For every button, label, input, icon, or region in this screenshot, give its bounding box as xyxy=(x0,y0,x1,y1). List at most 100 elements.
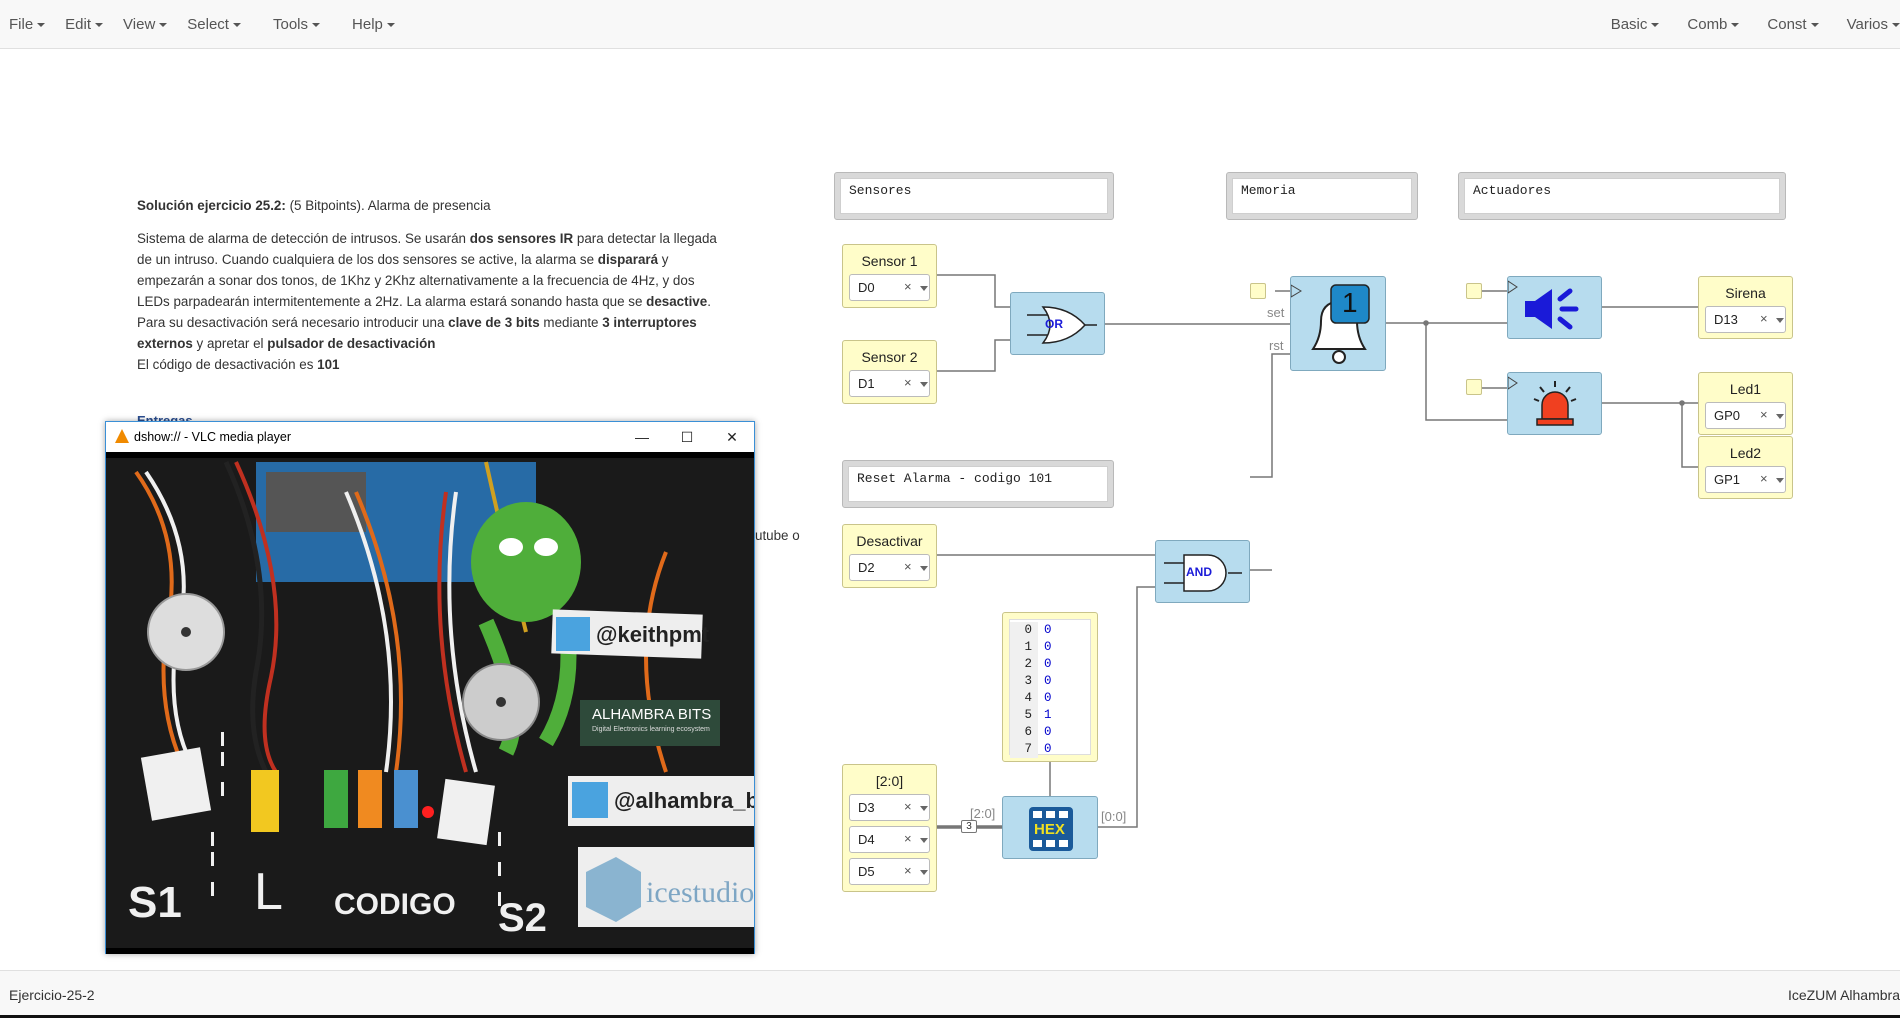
board-name[interactable]: IceZUM Alhambra xyxy=(1788,987,1900,1003)
rom-address: 2 xyxy=(1010,656,1038,673)
video-text-alhambra: ALHAMBRA BITS xyxy=(592,706,712,723)
rom-row[interactable]: 70 xyxy=(1010,741,1090,758)
rom-address: 0 xyxy=(1010,622,1038,639)
clear-icon[interactable]: × xyxy=(1760,311,1768,326)
rom-row[interactable]: 10 xyxy=(1010,639,1090,656)
clear-icon[interactable]: × xyxy=(904,863,912,878)
rom-address: 3 xyxy=(1010,673,1038,690)
vlc-cone-icon xyxy=(115,429,129,443)
maximize-button[interactable]: ☐ xyxy=(667,425,707,449)
video-text-icestudio: icestudio xyxy=(646,876,754,909)
bus-width-badge: 3 xyxy=(961,820,977,833)
wire xyxy=(937,339,1012,372)
video-text-tagline: Digital Electronics learning ecosystem xyxy=(592,726,710,733)
pin-select[interactable]: D1 × xyxy=(849,370,930,397)
minimize-button[interactable]: — xyxy=(622,425,662,449)
video-text-s1: S1 xyxy=(128,878,182,927)
pin-select[interactable]: D3 × xyxy=(849,794,930,821)
led-blink-block[interactable] xyxy=(1507,372,1602,435)
bell-icon xyxy=(1291,284,1370,364)
sound-generator-block[interactable] xyxy=(1507,276,1602,339)
wire-junction xyxy=(1679,400,1685,406)
dropdown-arrow-icon[interactable] xyxy=(1776,414,1784,419)
clear-icon[interactable]: × xyxy=(904,279,912,294)
rom-contents-list[interactable]: 0010203040516070 xyxy=(1009,619,1091,758)
dropdown-arrow-icon[interactable] xyxy=(920,806,928,811)
pin-select[interactable]: D5 × xyxy=(849,858,930,885)
video-text-s2: S2 xyxy=(498,896,547,940)
clear-icon[interactable]: × xyxy=(1760,407,1768,422)
rom-value[interactable]: 0 xyxy=(1038,622,1052,639)
dropdown-arrow-icon[interactable] xyxy=(1776,478,1784,483)
input-desactivar[interactable]: Desactivar D2 × xyxy=(842,524,937,588)
and-gate-block[interactable]: AND xyxy=(1155,540,1250,603)
vlc-title-bar[interactable]: dshow:// - VLC media player — ☐ ✕ xyxy=(106,422,754,452)
pin-select[interactable]: D13 × xyxy=(1705,306,1786,333)
output-title: Sirena xyxy=(1725,285,1766,301)
dropdown-arrow-icon[interactable] xyxy=(1776,318,1784,323)
input-title: Sensor 1 xyxy=(861,253,918,269)
rom-row[interactable]: 60 xyxy=(1010,724,1090,741)
rom-value[interactable]: 0 xyxy=(1038,639,1052,656)
vlc-window[interactable]: dshow:// - VLC media player — ☐ ✕ @keith… xyxy=(105,421,755,954)
dropdown-arrow-icon[interactable] xyxy=(920,382,928,387)
dropdown-arrow-icon[interactable] xyxy=(920,870,928,875)
clear-icon[interactable]: × xyxy=(904,559,912,574)
clock-input-pin[interactable] xyxy=(1466,283,1482,299)
alarm-memory-block[interactable]: 1 xyxy=(1290,276,1386,371)
wire xyxy=(1425,323,1508,421)
rom-value[interactable]: 1 xyxy=(1038,707,1052,724)
clock-input-pin[interactable] xyxy=(1250,283,1266,299)
pin-select[interactable]: GP1 × xyxy=(1705,466,1786,493)
project-name: Ejercicio-25-2 xyxy=(9,987,95,1003)
rom-value[interactable]: 0 xyxy=(1038,690,1052,707)
rom-value[interactable]: 0 xyxy=(1038,673,1052,690)
rom-address: 7 xyxy=(1010,741,1038,758)
note-actuadores[interactable]: Actuadores xyxy=(1458,172,1786,220)
note-sensores[interactable]: Sensores xyxy=(834,172,1114,220)
rom-row[interactable]: 20 xyxy=(1010,656,1090,673)
rom-contents-table[interactable]: 0010203040516070 xyxy=(1002,612,1098,762)
input-sensor2[interactable]: Sensor 2 D1 × xyxy=(842,340,937,404)
rom-row[interactable]: 40 xyxy=(1010,690,1090,707)
close-button[interactable]: ✕ xyxy=(712,425,752,449)
vlc-title: dshow:// - VLC media player xyxy=(134,430,292,444)
clear-icon[interactable]: × xyxy=(904,375,912,390)
output-led2[interactable]: Led2 GP1 × xyxy=(1698,436,1793,499)
siren-light-icon xyxy=(1508,376,1577,426)
clear-icon[interactable]: × xyxy=(904,799,912,814)
dropdown-arrow-icon[interactable] xyxy=(920,838,928,843)
input-title: Sensor 2 xyxy=(861,349,918,365)
clock-input-pin[interactable] xyxy=(1466,379,1482,395)
hex-rom-block[interactable]: HEX xyxy=(1002,796,1098,859)
wire xyxy=(937,274,1012,308)
rom-address: 5 xyxy=(1010,707,1038,724)
clear-icon[interactable]: × xyxy=(1760,471,1768,486)
rom-row[interactable]: 51 xyxy=(1010,707,1090,724)
input-bus[interactable]: [2:0] D3 × D4 × D5 × xyxy=(842,764,937,892)
bus-out-label: [0:0] xyxy=(1101,809,1127,824)
output-led1[interactable]: Led1 GP0 × xyxy=(1698,372,1793,435)
rom-row[interactable]: 00 xyxy=(1010,622,1090,639)
pin-select[interactable]: D4 × xyxy=(849,826,930,853)
clear-icon[interactable]: × xyxy=(904,831,912,846)
or-gate-block[interactable]: OR xyxy=(1010,292,1105,355)
output-sirena[interactable]: Sirena D13 × xyxy=(1698,276,1793,339)
note-memoria[interactable]: Memoria xyxy=(1226,172,1418,220)
input-sensor1[interactable]: Sensor 1 D0 × xyxy=(842,244,937,308)
rom-value[interactable]: 0 xyxy=(1038,741,1052,758)
pin-select[interactable]: D2 × xyxy=(849,554,930,581)
note-reset-alarma[interactable]: Reset Alarma - codigo 101 xyxy=(842,460,1114,508)
status-bar: Ejercicio-25-2 IceZUM Alhambra xyxy=(0,970,1900,1018)
dropdown-arrow-icon[interactable] xyxy=(920,566,928,571)
hex-label: HEX xyxy=(1032,821,1067,838)
dropdown-arrow-icon[interactable] xyxy=(920,286,928,291)
and-gate-label: AND xyxy=(1186,565,1212,579)
rom-row[interactable]: 30 xyxy=(1010,673,1090,690)
rom-value[interactable]: 0 xyxy=(1038,724,1052,741)
video-text-alhambra-bits: @alhambra_bits xyxy=(614,788,754,813)
pin-select[interactable]: D0 × xyxy=(849,274,930,301)
pin-select[interactable]: GP0 × xyxy=(1705,402,1786,429)
video-text-l: L xyxy=(254,863,283,921)
rom-value[interactable]: 0 xyxy=(1038,656,1052,673)
